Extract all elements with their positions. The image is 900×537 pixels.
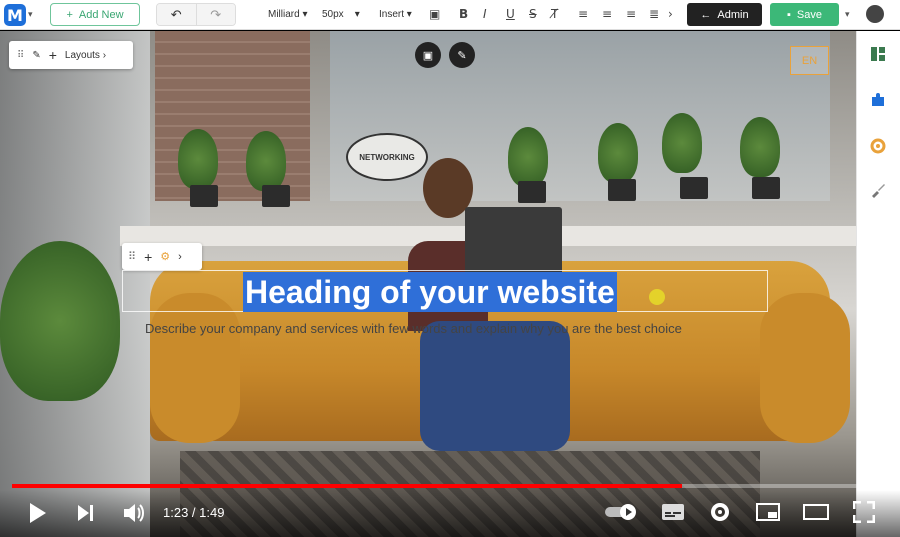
sofa-arm-right xyxy=(760,293,850,443)
font-family-value: Milliard xyxy=(268,9,300,20)
plant-leaves xyxy=(246,131,286,191)
miniplayer-icon[interactable] xyxy=(756,502,780,522)
page-subtext[interactable]: Describe your company and services with … xyxy=(145,321,682,336)
insert-label: Insert xyxy=(379,9,405,20)
admin-label: Admin xyxy=(717,8,749,21)
admin-button[interactable]: ← Admin xyxy=(687,3,762,26)
drag-handle-icon[interactable]: ⠿ xyxy=(128,250,136,263)
globe-icon[interactable] xyxy=(866,5,884,23)
plant-pot xyxy=(190,185,218,207)
right-sidebar xyxy=(856,31,900,537)
background-image-button[interactable]: ▣ xyxy=(415,42,441,68)
add-new-button[interactable]: + Add New xyxy=(50,3,140,26)
language-label: EN xyxy=(801,54,818,67)
image-icon[interactable]: ▣ xyxy=(429,7,440,21)
more-chevron-icon[interactable]: › xyxy=(668,7,673,21)
laptop xyxy=(465,207,562,277)
next-icon[interactable] xyxy=(76,503,96,523)
redo-icon[interactable]: ↷ xyxy=(195,4,235,25)
edit-pencil-icon[interactable]: ✎ xyxy=(32,50,40,61)
align-left-icon[interactable]: ≡ xyxy=(578,7,588,21)
underline-icon[interactable]: U xyxy=(506,7,515,21)
layout-blocks-icon[interactable] xyxy=(869,45,887,63)
foreground-plant xyxy=(0,241,120,401)
strikethrough-icon[interactable]: S xyxy=(529,7,537,21)
add-block-icon[interactable]: + xyxy=(49,47,57,63)
undo-redo-group: ↶ ↷ xyxy=(156,3,236,26)
element-toolbar: ⠿ + ⚙ › xyxy=(122,243,202,270)
font-size-value: 50px xyxy=(322,9,344,20)
top-toolbar: M ▾ + Add New ↶ ↷ Milliard ▾ 50px ▾ Inse… xyxy=(0,0,900,30)
save-disk-icon: ▪ xyxy=(787,8,791,21)
plant-leaves xyxy=(662,113,702,173)
plant-leaves xyxy=(598,123,638,183)
settings-gear-icon[interactable] xyxy=(709,501,731,523)
time-total: 1:49 xyxy=(199,505,225,520)
save-label: Save xyxy=(796,8,822,21)
language-switch[interactable]: EN xyxy=(790,46,829,75)
paint-brush-icon[interactable] xyxy=(869,181,887,199)
save-options-chevron-icon[interactable]: ▾ xyxy=(845,9,850,20)
subtitles-icon[interactable] xyxy=(661,503,685,521)
person-legs xyxy=(420,321,570,451)
time-display: 1:23 / 1:49 xyxy=(163,505,224,520)
save-button[interactable]: ▪ Save xyxy=(770,3,839,26)
sofa-arm-left xyxy=(150,293,240,443)
speech-bubble-text: NETWORKING xyxy=(359,152,415,162)
layouts-button[interactable]: Layouts › xyxy=(65,50,106,61)
arrow-left-icon: ← xyxy=(700,8,712,21)
fullscreen-icon[interactable] xyxy=(853,501,875,523)
logo-menu-chevron-icon[interactable]: ▾ xyxy=(28,9,33,20)
undo-icon[interactable]: ↶ xyxy=(157,4,196,25)
add-new-label: Add New xyxy=(78,8,124,21)
layouts-label: Layouts xyxy=(64,49,100,61)
align-center-icon[interactable]: ≡ xyxy=(602,7,612,21)
speech-bubble-sign: NETWORKING xyxy=(346,133,428,181)
app-frame: M ▾ + Add New ↶ ↷ Milliard ▾ 50px ▾ Inse… xyxy=(0,0,900,537)
background-edit-button[interactable]: ✎ xyxy=(449,42,475,68)
insert-menu[interactable]: Insert ▾ xyxy=(379,9,412,20)
volume-icon[interactable] xyxy=(122,502,146,524)
page-heading[interactable]: Heading of your website xyxy=(243,272,617,312)
align-justify-icon[interactable]: ≣ xyxy=(649,7,659,21)
mouse-cursor-highlight xyxy=(649,289,665,305)
add-element-icon[interactable]: + xyxy=(144,249,152,265)
app-logo[interactable]: M xyxy=(4,4,26,26)
font-family-select[interactable]: Milliard ▾ xyxy=(268,9,307,20)
time-separator: / xyxy=(188,505,200,520)
theater-mode-icon[interactable] xyxy=(803,503,829,521)
font-size-select[interactable]: 50px ▾ xyxy=(322,9,360,20)
plant-leaves xyxy=(178,129,218,189)
edit-pencil-icon: ✎ xyxy=(457,49,467,62)
settings-gear-icon[interactable]: ⚙ xyxy=(160,250,170,263)
plant-pot xyxy=(518,181,546,203)
more-chevron-icon[interactable]: › xyxy=(178,251,182,263)
settings-gear-icon[interactable] xyxy=(869,137,887,155)
plugins-puzzle-icon[interactable] xyxy=(869,91,887,109)
align-right-icon[interactable]: ≡ xyxy=(626,7,636,21)
background-brick-column xyxy=(155,31,310,201)
time-current: 1:23 xyxy=(163,505,189,520)
block-toolbar: ⠿ ✎ + Layouts › xyxy=(9,41,133,69)
plant-pot xyxy=(608,179,636,201)
bold-icon[interactable]: B xyxy=(459,7,468,21)
plant-leaves xyxy=(740,117,780,177)
autoplay-toggle-icon[interactable] xyxy=(604,503,638,521)
clear-format-icon[interactable]: T̸ xyxy=(551,7,558,21)
italic-icon[interactable]: I xyxy=(483,7,487,21)
plant-leaves xyxy=(508,127,548,187)
plus-icon: + xyxy=(66,8,73,21)
progress-played xyxy=(12,484,683,488)
plant-pot xyxy=(680,177,708,199)
play-icon[interactable] xyxy=(28,502,48,524)
drag-handle-icon[interactable]: ⠿ xyxy=(17,50,24,61)
plant-pot xyxy=(262,185,290,207)
image-icon: ▣ xyxy=(422,49,434,62)
plant-pot xyxy=(752,177,780,199)
